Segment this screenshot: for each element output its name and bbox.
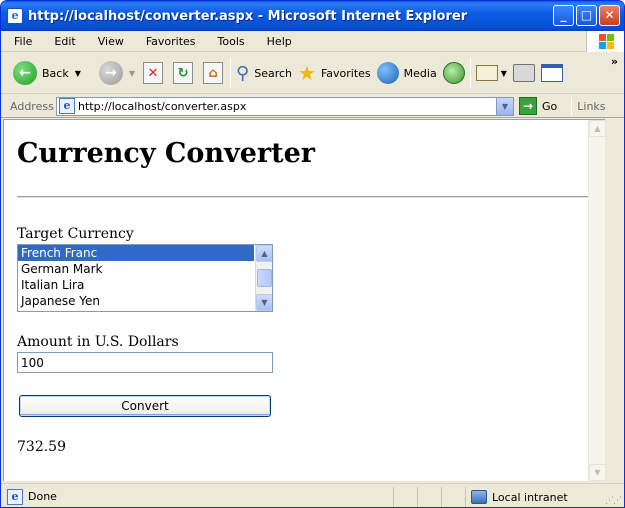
scroll-down-icon[interactable]: ▼ [256,294,272,311]
back-arrow-icon: ← [13,61,37,85]
currency-listbox[interactable]: French Franc German Mark Italian Lira Ja… [17,244,273,312]
toolbar-separator [230,58,232,88]
back-button[interactable]: ← Back ▼ [1,53,84,93]
back-label: Back [42,66,69,80]
links-button[interactable]: Links [577,100,605,113]
standard-toolbar: ← Back ▼ → ▼ ✕ ↻ ⌂ ⚲ Search ★ Favorites … [1,53,624,94]
scroll-down-icon[interactable]: ▼ [589,464,606,481]
history-icon [442,62,465,84]
ie-page-icon: e [59,98,75,114]
close-button[interactable]: ✕ [599,5,620,26]
media-button[interactable]: Media [374,53,440,93]
status-pane [417,487,441,507]
amount-input[interactable] [17,352,273,373]
security-zone: Local intranet [471,487,568,507]
edit-page-icon [540,64,563,82]
amount-label: Amount in U.S. Dollars [17,334,179,350]
minimize-button[interactable]: _ [553,5,574,26]
address-input[interactable]: e http://localhost/converter.aspx ▼ [56,96,514,116]
menu-edit[interactable]: Edit [41,35,84,48]
back-dropdown-icon[interactable]: ▼ [75,69,81,78]
listbox-scrollbar[interactable]: ▲ ▼ [255,245,272,311]
maximize-button[interactable]: □ [576,5,597,26]
menu-favorites[interactable]: Favorites [133,35,205,48]
ie-page-icon: e [7,488,23,505]
go-label: Go [542,99,558,113]
currency-option[interactable]: Japanese Yen [18,293,254,309]
forward-button[interactable]: → ▼ [84,53,138,93]
address-label: Address [10,99,54,113]
menu-view[interactable]: View [85,35,133,48]
page-content: Currency Converter Target Currency Frenc… [3,119,606,481]
mail-button[interactable]: ▼ [473,53,510,93]
menu-bar: File Edit View Favorites Tools Help [1,31,624,52]
address-url[interactable]: http://localhost/converter.aspx [78,100,246,113]
printer-icon [512,64,535,82]
stop-icon[interactable]: ✕ [143,62,164,84]
window-controls: _ □ ✕ [553,5,620,26]
convert-button[interactable]: Convert [19,395,271,417]
menu-help[interactable]: Help [254,35,301,48]
toolbar-separator [469,58,471,88]
address-bar: Address e http://localhost/converter.asp… [1,95,624,118]
media-label: Media [403,66,437,80]
go-button[interactable]: → Go [519,97,557,115]
scroll-up-icon[interactable]: ▲ [589,120,606,137]
history-button[interactable] [440,53,468,93]
favorites-star-icon: ★ [298,61,316,85]
page-scrollbar[interactable]: ▲ ▼ [588,120,606,481]
address-dropdown-icon[interactable]: ▼ [496,97,513,115]
horizontal-rule [17,196,593,198]
browser-window: e http://localhost/converter.aspx - Micr… [0,0,625,508]
currency-option[interactable]: French Franc [18,245,254,261]
resize-grip-icon[interactable]: ⋰⋰ [605,496,622,506]
ie-page-icon: e [7,8,23,24]
status-pane [441,487,465,507]
window-title: http://localhost/converter.aspx - Micros… [28,8,468,24]
mail-icon [475,65,498,81]
toolbar-overflow-icon[interactable]: » [611,55,618,68]
conversion-result: 732.59 [17,439,66,455]
forward-dropdown-icon[interactable]: ▼ [129,69,135,78]
currency-option[interactable]: German Mark [18,261,254,277]
mail-dropdown-icon[interactable]: ▼ [501,69,507,78]
page-title: Currency Converter [17,138,316,169]
currency-option[interactable]: Italian Lira [18,277,254,293]
address-separator [571,97,573,115]
favorites-label: Favorites [320,66,371,80]
status-text: Done [28,490,57,503]
print-button[interactable] [510,53,538,93]
favorites-button[interactable]: ★ Favorites [295,53,374,93]
intranet-icon [471,490,487,504]
zone-text: Local intranet [492,490,568,504]
home-icon[interactable]: ⌂ [203,62,224,84]
search-button[interactable]: ⚲ Search [233,53,295,93]
edit-button[interactable] [538,53,566,93]
search-label: Search [254,66,293,80]
refresh-icon[interactable]: ↻ [173,62,194,84]
title-bar[interactable]: e http://localhost/converter.aspx - Micr… [1,1,624,31]
search-icon: ⚲ [236,62,250,84]
scroll-thumb[interactable] [257,269,272,287]
media-icon [376,62,399,84]
menu-file[interactable]: File [1,35,41,48]
windows-logo-icon [586,31,624,52]
forward-arrow-icon: → [98,61,123,85]
status-pane [393,487,417,507]
target-currency-label: Target Currency [17,226,134,242]
go-arrow-icon: → [519,97,537,115]
status-bar: e Done Local intranet ⋰⋰ [1,483,624,507]
scroll-up-icon[interactable]: ▲ [256,245,272,262]
menu-tools[interactable]: Tools [205,35,254,48]
